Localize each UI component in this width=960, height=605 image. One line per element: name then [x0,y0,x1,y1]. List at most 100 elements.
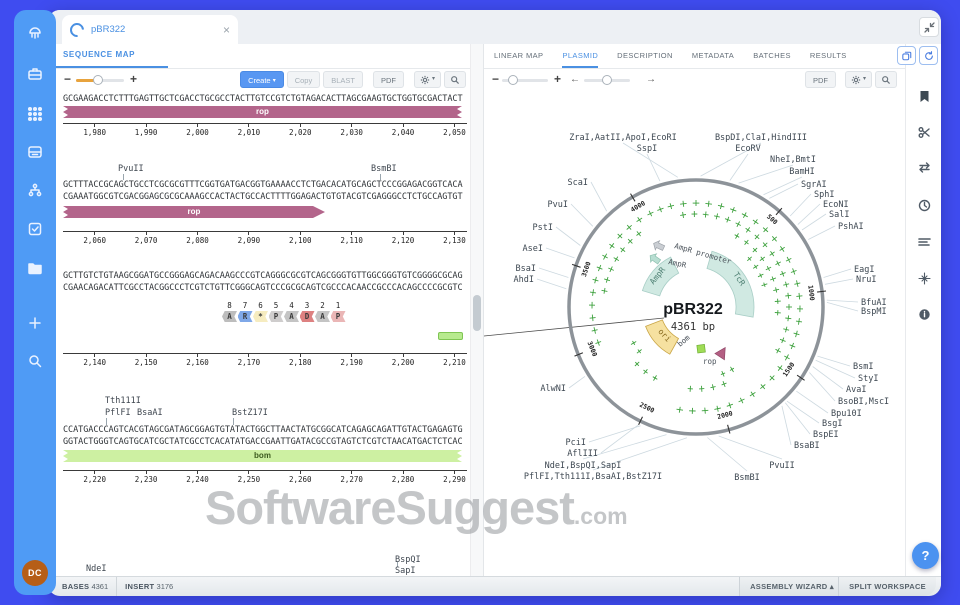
plasmid-map-canvas[interactable]: TcRAmpRori500100015002000250030003500400… [484,92,906,576]
enzyme-site-label[interactable]: SspI [637,144,657,154]
vertical-scrollbar[interactable] [470,44,483,576]
dna-sequence[interactable]: CCATGACCCAGTCACGTAGCGATAGCGGAGTGTATACTGG… [63,425,463,435]
cut-site-label[interactable]: BstZ17I [232,408,268,418]
aa-residue[interactable]: A [315,311,330,322]
bom-annotation[interactable]: bom [63,450,462,462]
logo-icon[interactable] [14,23,56,45]
enzyme-site-label[interactable]: PvuII [769,461,795,471]
enzyme-site-label[interactable]: NruI [856,275,876,285]
enzyme-site-label[interactable]: PflFI,Tth111I,BsaAI,BstZ17I [524,472,662,482]
zoom-out-button[interactable]: − [64,72,71,86]
dna-sequence-complement[interactable]: CGAAATGGCGTCGACGGAGCGCGCAAAGCCACTACTGCCA… [63,192,463,202]
rotation-slider[interactable] [584,79,630,82]
dna-sequence-complement[interactable]: CGAACAGACATTCGCCTACGGCCCTCGTCTGTTCGGGCAG… [63,283,463,293]
close-icon[interactable]: × [223,24,230,36]
projects-folder-icon[interactable] [14,257,56,279]
enzyme-site-label[interactable]: AlwNI [540,384,566,394]
enzyme-site-label[interactable]: BsgI [822,419,842,429]
enzyme-site-label[interactable]: SphI [814,190,834,200]
enzyme-site-label[interactable]: PvuI [548,200,568,210]
pdf-button[interactable]: PDF [805,71,836,88]
apps-grid-icon[interactable] [14,103,56,125]
aa-residue[interactable]: D [300,311,315,322]
find-button[interactable] [875,71,897,88]
enzyme-site-label[interactable]: BsaI [516,264,536,274]
enzyme-site-label[interactable]: PshAI [838,222,864,232]
aa-residue[interactable]: * [253,311,268,322]
plasmid-svg[interactable]: TcRAmpRori500100015002000250030003500400… [484,92,906,576]
dna-sequence-complement[interactable]: GGTACTGGGTCAGTGCATCGCTATCGCCTCACATATGACC… [63,437,463,447]
tab-linear-map[interactable]: LINEAR MAP [494,44,543,68]
enzyme-site-label[interactable]: AseI [523,244,543,254]
dna-sequence[interactable]: GCTTTACCGCAGCTGCCTCGCGCGTTTCGGTGATGACGGT… [63,180,463,190]
aa-residue[interactable]: P [269,311,284,322]
duplicate-panel-button[interactable] [897,46,916,65]
settings-button[interactable]: ▾ [845,71,872,88]
enzyme-site-label[interactable]: AvaI [846,385,866,395]
sequence-canvas[interactable]: GCGAAGACCTCTTTGAGTTGCTCGACCTGCGCCTACTTGT… [56,92,470,576]
enzyme-site-label[interactable]: EagI [854,265,874,275]
dna-sequence[interactable]: GCGAAGACCTCTTTGAGTTGCTCGACCTGCGCCTACTTGT… [63,94,463,104]
tab-pbr322[interactable]: pBR322 × [62,15,238,44]
enzyme-site-label[interactable]: AhdI [514,275,534,285]
rop-annotation[interactable]: rop [63,106,462,118]
cut-site-label[interactable]: BsaAI [137,408,163,418]
create-button[interactable]: Create ▾ [240,71,284,88]
workflow-icon[interactable] [14,179,56,201]
aa-residue[interactable]: A [222,311,237,322]
pdf-button[interactable]: PDF [373,71,404,88]
zoom-slider[interactable] [502,79,548,82]
cut-site-label[interactable]: BsmBI [371,164,397,174]
cut-site-label[interactable]: Tth111I [105,396,141,406]
cut-site-label[interactable]: NdeI [86,564,106,574]
enzyme-site-label[interactable]: EcoNI [823,200,849,210]
rop-feature[interactable] [715,348,730,363]
settings-button[interactable]: ▾ [414,71,441,88]
enzyme-site-label[interactable]: EcoRV [735,144,761,154]
dna-sequence[interactable]: GCTTGTCTGTAAGCGGATGCCGGGAGCAGACAAGCCCGTC… [63,271,463,281]
enzyme-site-label[interactable]: BsaBI [794,441,820,451]
copy-button[interactable]: Copy [287,71,321,88]
swap-strands-icon[interactable] [906,157,942,177]
enzyme-site-label[interactable]: ScaI [568,178,588,188]
enzyme-site-label[interactable]: BspDI,ClaI,HindIII [715,133,807,143]
cut-site-label[interactable]: SapI [395,566,415,576]
enzyme-site-label[interactable]: BspEI [813,430,839,440]
enzyme-site-label[interactable]: BsoBI,MscI [838,397,889,407]
cut-site-label[interactable]: PvuII [118,164,144,174]
enzyme-site-label[interactable]: BamHI [789,167,815,177]
tab-metadata[interactable]: METADATA [692,44,734,68]
find-button[interactable] [444,71,466,88]
split-workspace-button[interactable]: SPLIT WORKSPACE [838,577,936,596]
enzyme-site-label[interactable]: BsmI [853,362,873,372]
annotation-fragment[interactable] [438,332,463,340]
enhance-sparkle-icon[interactable] [906,268,942,288]
enzyme-site-label[interactable]: PstI [533,223,553,233]
ampr-promoter-feature[interactable] [651,239,665,253]
cut-site-label[interactable]: PflFI [105,408,131,418]
toolbox-icon[interactable] [14,63,56,85]
create-plus-icon[interactable] [14,312,56,334]
history-clock-icon[interactable] [906,195,942,215]
enzyme-site-label[interactable]: BspMI [861,307,887,317]
tab-batches[interactable]: BATCHES [753,44,791,68]
aa-residue[interactable]: A [284,311,299,322]
zoom-out-button[interactable]: − [492,72,499,86]
search-icon[interactable] [14,350,56,372]
tab-description[interactable]: DESCRIPTION [617,44,673,68]
bookmark-icon[interactable] [906,86,942,106]
tab-plasmid[interactable]: PLASMID [562,44,598,68]
aa-residue[interactable]: R [238,311,253,322]
aa-residue[interactable]: P [331,311,346,322]
enzyme-site-label[interactable]: SalI [829,210,849,220]
enzyme-site-label[interactable]: Bpu10I [831,409,862,419]
rotate-right-icon[interactable]: → [646,73,656,87]
info-icon[interactable] [906,304,942,324]
blast-button[interactable]: BLAST [323,71,363,88]
zoom-in-button[interactable]: + [554,72,561,86]
tab-results[interactable]: RESULTS [810,44,847,68]
zoom-in-button[interactable]: + [130,72,137,86]
cut-scissors-icon[interactable] [906,122,942,142]
enzyme-site-label[interactable]: StyI [858,374,878,384]
enzyme-site-label[interactable]: ZraI,AatII,ApoI,EcoRI [569,133,676,143]
